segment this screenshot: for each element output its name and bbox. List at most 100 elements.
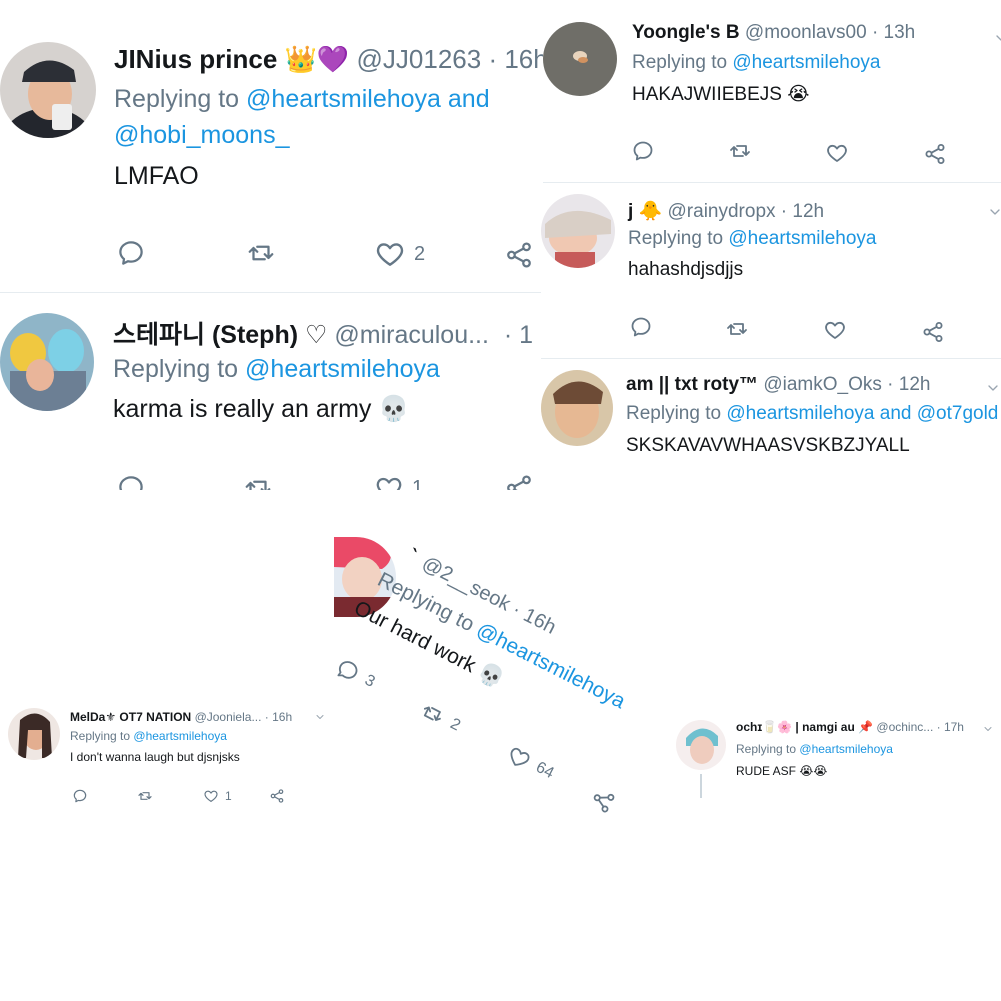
- reply-button[interactable]: [629, 315, 653, 339]
- timestamp[interactable]: · 16h: [265, 710, 292, 724]
- reply-mention-link[interactable]: @heartsmilehoya: [133, 729, 227, 743]
- reply-icon: [116, 473, 146, 490]
- reply-mention-link[interactable]: @hobi_moons_: [114, 121, 290, 149]
- tweet-card[interactable]: Yoongle's B @moonlavs00 · 13h Replying t…: [543, 0, 1001, 182]
- tweet-card[interactable]: am || txt roty™ @iamkO_Oks · 12h Replyin…: [541, 360, 1001, 470]
- display-name[interactable]: JINius prince: [114, 44, 277, 74]
- avatar[interactable]: [676, 720, 726, 770]
- display-name[interactable]: ochɪ🥛🌸 | namgi au 📌: [736, 720, 873, 734]
- display-name[interactable]: 스테파니 (Steph) ♡: [113, 321, 327, 349]
- reply-icon: [631, 139, 655, 163]
- retweet-button[interactable]: [136, 788, 154, 804]
- display-name[interactable]: `: [404, 545, 420, 568]
- handle[interactable]: @ochinc...: [876, 720, 933, 734]
- avatar[interactable]: [0, 42, 96, 138]
- like-button[interactable]: 1: [374, 473, 423, 490]
- share-button[interactable]: [586, 784, 618, 816]
- avatar[interactable]: [541, 194, 615, 268]
- retweet-count: 2: [447, 715, 464, 735]
- retweet-button[interactable]: [727, 139, 753, 163]
- timestamp[interactable]: · 16h: [488, 44, 545, 74]
- reply-mention-link[interactable]: @heartsmilehoya: [799, 742, 893, 756]
- tweet-card[interactable]: MelDa⚜ OT7 NATION @Jooniela... · 16h Rep…: [6, 702, 336, 812]
- avatar[interactable]: [8, 708, 60, 760]
- reply-icon: [629, 315, 653, 339]
- display-name[interactable]: Yoongle's B: [632, 22, 740, 43]
- replying-label: Replying to: [736, 742, 797, 756]
- reply-mention-link[interactable]: @heartsmilehoya: [728, 228, 876, 249]
- chevron-down-icon[interactable]: [985, 380, 1001, 401]
- heart-icon: [374, 473, 404, 490]
- handle[interactable]: @JJ01263: [357, 44, 482, 74]
- like-button[interactable]: [825, 141, 849, 165]
- like-button[interactable]: 1: [203, 788, 232, 804]
- handle[interactable]: @iamkO_Oks: [763, 374, 882, 395]
- heart-icon: [823, 318, 847, 342]
- handle[interactable]: @Jooniela...: [195, 710, 262, 724]
- reply-button[interactable]: [631, 139, 655, 163]
- reply-mention-link[interactable]: @heartsmilehoya: [246, 85, 441, 113]
- avatar[interactable]: [0, 313, 94, 411]
- reply-button[interactable]: [72, 788, 88, 804]
- tweet-text: hahashdjsdjjs: [628, 259, 744, 280]
- retweet-icon: [415, 697, 449, 730]
- chevron-down-icon[interactable]: [982, 722, 994, 740]
- reply-mention-link[interactable]: @heartsmilehoya: [245, 355, 440, 383]
- reply-mention-link[interactable]: @heartsmilehoya: [726, 403, 874, 424]
- share-button[interactable]: [921, 320, 945, 344]
- name-emoji: 👑💜: [284, 44, 350, 74]
- handle[interactable]: @rainydropx: [668, 201, 776, 222]
- chevron-down-icon[interactable]: [987, 204, 1001, 225]
- timestamp[interactable]: · 1: [504, 321, 533, 349]
- display-name[interactable]: MelDa⚜ OT7 NATION: [70, 710, 191, 724]
- avatar[interactable]: [541, 370, 613, 446]
- tweet-text: SKSKAVAVWHAASVSKBZJYALL: [626, 435, 910, 456]
- tweet-card[interactable]: JINius prince 👑💜 @JJ01263 · 16h Replying…: [0, 0, 545, 292]
- heart-icon: [374, 238, 406, 270]
- replying-label: Replying to: [632, 52, 728, 73]
- tweet-card[interactable]: ` @2__seok · 16h Replying to @heartsmile…: [334, 537, 714, 722]
- reply-count: 3: [361, 671, 378, 691]
- reply-button[interactable]: 3: [332, 654, 379, 694]
- reply-mention-link[interactable]: @heartsmilehoya: [732, 52, 880, 73]
- share-button[interactable]: [269, 788, 285, 804]
- timestamp[interactable]: · 12h: [781, 201, 824, 222]
- divider: [543, 182, 1001, 183]
- like-button[interactable]: 64: [503, 742, 558, 786]
- reply-button[interactable]: [116, 238, 146, 268]
- retweet-button[interactable]: [242, 473, 274, 490]
- timestamp[interactable]: · 17h: [937, 720, 964, 734]
- like-button[interactable]: 2: [374, 238, 425, 270]
- avatar[interactable]: [543, 22, 617, 96]
- tweet-card[interactable]: ochɪ🥛🌸 | namgi au 📌 @ochinc... · 17h Rep…: [672, 710, 1001, 800]
- display-name[interactable]: j: [628, 201, 633, 222]
- share-button[interactable]: [923, 142, 947, 166]
- reply-icon: [72, 788, 88, 804]
- chevron-down-icon[interactable]: [993, 30, 1001, 51]
- retweet-button[interactable]: 2: [415, 697, 464, 738]
- chevron-down-icon[interactable]: [314, 710, 326, 728]
- reply-mention-link[interactable]: @ot7gold: [917, 403, 999, 424]
- handle[interactable]: @miraculou...: [334, 321, 489, 349]
- handle[interactable]: @moonlavs00: [745, 22, 867, 43]
- share-button[interactable]: [504, 240, 534, 270]
- display-name[interactable]: am || txt roty™: [626, 374, 758, 395]
- retweet-button[interactable]: [244, 238, 278, 268]
- retweet-button[interactable]: [724, 317, 750, 341]
- share-button[interactable]: [504, 473, 534, 490]
- share-icon: [923, 142, 947, 166]
- reply-and-label: and: [879, 403, 912, 424]
- like-count: 2: [414, 242, 426, 265]
- timestamp[interactable]: · 12h: [887, 374, 930, 395]
- tweet-text: I don't wanna laugh but djsnjsks: [70, 750, 240, 764]
- like-button[interactable]: [823, 318, 847, 342]
- share-icon: [504, 473, 534, 490]
- share-icon: [921, 320, 945, 344]
- timestamp[interactable]: · 13h: [872, 22, 915, 43]
- tweet-text: HAKAJWIIEBEJS 😭: [632, 84, 810, 105]
- tweet-card[interactable]: j 🐥 @rainydropx · 12h Replying to @heart…: [541, 184, 1001, 358]
- reply-button[interactable]: [116, 473, 146, 490]
- reply-icon: [332, 654, 364, 686]
- tweet-card[interactable]: 스테파니 (Steph) ♡ @miraculou... · 1 Replyin…: [0, 293, 545, 490]
- timestamp[interactable]: · 16h: [509, 598, 560, 638]
